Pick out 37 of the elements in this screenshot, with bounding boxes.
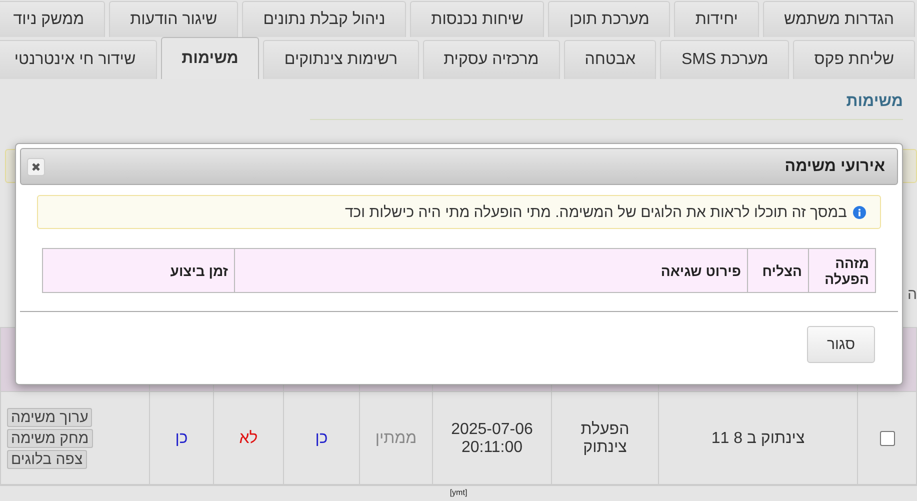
table-cell: 2025-07-06 20:11:00: [432, 392, 552, 486]
column-header: מזהה הפעלה: [808, 248, 876, 292]
tab[interactable]: מערכת תוכן: [548, 1, 670, 37]
close-button[interactable]: סגור: [807, 326, 875, 363]
info-icon: [853, 206, 866, 218]
row-checkbox[interactable]: [880, 430, 894, 446]
action-button[interactable]: מחק משימה: [7, 429, 93, 448]
column-header: פירוט שגיאה: [234, 248, 748, 292]
close-icon[interactable]: [27, 158, 45, 176]
partial-text: ה: [907, 286, 917, 303]
column-header: זמן ביצוע: [42, 248, 234, 292]
table-cell: הפעלת צינתוק: [552, 392, 658, 486]
tab[interactable]: מרכזיה עסקית: [422, 40, 560, 79]
tab[interactable]: אבטחה: [564, 40, 656, 79]
tab[interactable]: שליחת פקס: [793, 40, 915, 79]
tab[interactable]: רשימות צינתוקים: [263, 40, 419, 79]
table-cell: כן: [150, 392, 214, 486]
page-heading: משימות: [310, 93, 903, 120]
column-header: הצליח: [748, 248, 808, 292]
table-cell: צינתוק ב 8 11: [658, 392, 858, 486]
tab[interactable]: שידור חי אינטרנטי: [0, 40, 157, 79]
action-button[interactable]: צפה בלוגים: [7, 450, 87, 469]
tab[interactable]: משימות: [160, 37, 260, 79]
footer-text: [ymt]: [0, 484, 917, 497]
tab[interactable]: הגדרות משתמש: [762, 1, 915, 37]
tab[interactable]: מערכת SMS: [660, 40, 790, 79]
table-cell: ממתין: [360, 392, 432, 486]
dialog-title: אירועי משימה: [784, 158, 885, 176]
tab[interactable]: שיחות נכנסות: [410, 1, 544, 37]
table-cell: לא: [214, 392, 284, 486]
table-cell: כן: [284, 392, 360, 486]
info-text: במסך זה תוכלו לראות את הלוגים של המשימה. מתי הופעלה מתי היה כישלות וכד: [344, 204, 847, 220]
action-button[interactable]: ערוך משימה: [7, 408, 92, 427]
tab[interactable]: שיגור הודעות: [109, 1, 238, 37]
tab[interactable]: ניהול קבלת נתונים: [242, 1, 406, 37]
tab[interactable]: ממשק ניוד: [0, 1, 106, 37]
tab[interactable]: יחידות: [674, 1, 759, 37]
